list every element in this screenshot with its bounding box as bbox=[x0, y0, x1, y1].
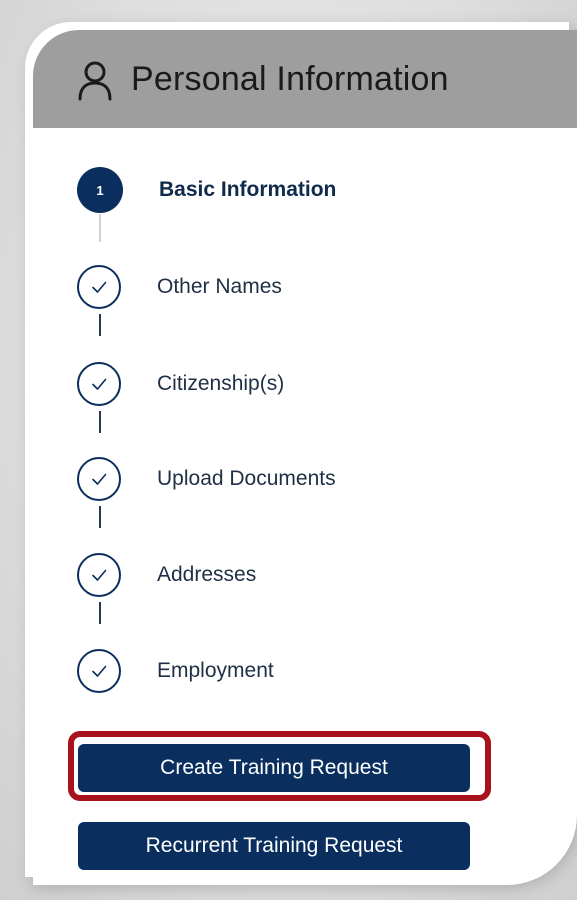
step-basic-information[interactable]: 1 Basic Information bbox=[77, 166, 336, 214]
check-circle-icon bbox=[77, 553, 121, 597]
step-label: Addresses bbox=[157, 563, 257, 586]
recurrent-training-request-button[interactable]: Recurrent Training Request bbox=[78, 822, 470, 870]
check-circle-icon bbox=[77, 265, 121, 309]
checkmark-icon bbox=[92, 281, 107, 293]
person-icon bbox=[78, 61, 112, 101]
step-connector bbox=[99, 411, 101, 433]
step-connector bbox=[99, 506, 101, 528]
create-training-request-button[interactable]: Create Training Request bbox=[78, 744, 470, 792]
step-number-badge: 1 bbox=[77, 167, 123, 213]
check-circle-icon bbox=[77, 649, 121, 693]
checkmark-icon bbox=[92, 378, 107, 390]
step-label: Upload Documents bbox=[157, 467, 336, 490]
step-addresses[interactable]: Addresses bbox=[77, 551, 256, 599]
check-circle-icon bbox=[77, 457, 121, 501]
step-employment[interactable]: Employment bbox=[77, 647, 274, 695]
step-citizenships[interactable]: Citizenship(s) bbox=[77, 360, 284, 408]
panel-title: Personal Information bbox=[131, 59, 449, 98]
checkmark-icon bbox=[92, 473, 107, 485]
personal-information-panel: Personal Information 1 Basic Information… bbox=[33, 30, 577, 885]
step-label: Employment bbox=[157, 659, 274, 682]
checkmark-icon bbox=[92, 569, 107, 581]
step-connector bbox=[99, 602, 101, 624]
checkmark-icon bbox=[92, 665, 107, 677]
step-connector bbox=[99, 314, 101, 336]
check-circle-icon bbox=[77, 362, 121, 406]
step-connector bbox=[99, 214, 101, 242]
step-label: Other Names bbox=[157, 275, 282, 298]
step-other-names[interactable]: Other Names bbox=[77, 263, 282, 311]
step-upload-documents[interactable]: Upload Documents bbox=[77, 455, 336, 503]
step-label: Basic Information bbox=[159, 178, 337, 201]
screenshot-frame: Personal Information 1 Basic Information… bbox=[0, 0, 577, 900]
panel-header: Personal Information bbox=[33, 30, 577, 128]
step-label: Citizenship(s) bbox=[157, 372, 285, 395]
